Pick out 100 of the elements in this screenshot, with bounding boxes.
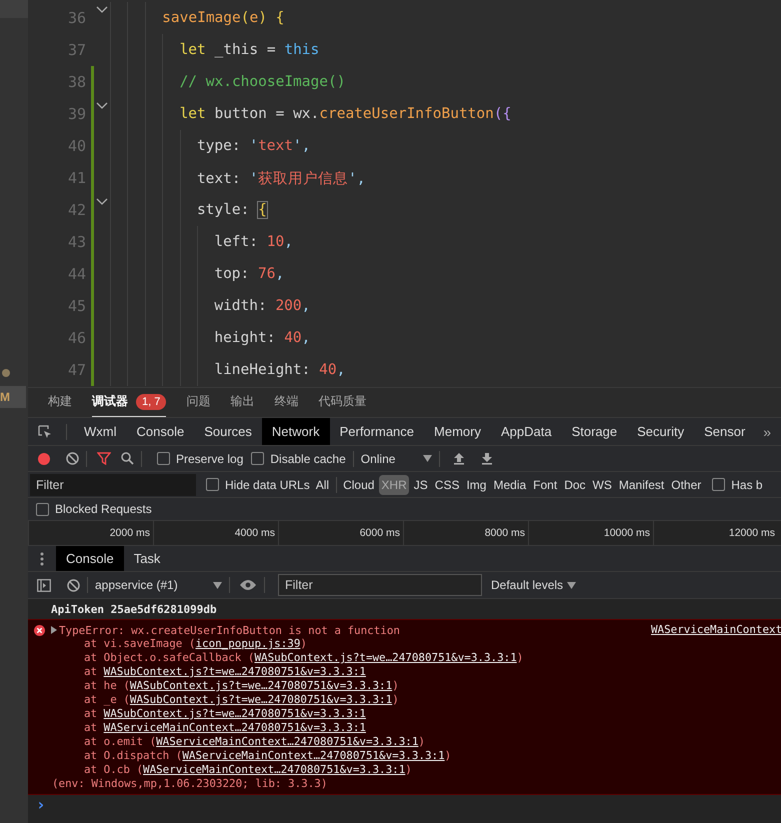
- fold-chevron-icon[interactable]: [96, 6, 108, 14]
- environment-info: (env: Windows,mp,1.06.2303220; lib: 3.3.3): [51, 777, 328, 791]
- line-number: 37: [66, 41, 86, 59]
- type-filter-button[interactable]: Cloud: [341, 474, 376, 494]
- devtools-tab[interactable]: Sources: [194, 418, 262, 445]
- devtools-tab[interactable]: Sensor: [694, 418, 756, 445]
- devtools-tab[interactable]: Security: [627, 418, 694, 445]
- drawer-tab[interactable]: Console: [56, 546, 124, 571]
- devtools-tab[interactable]: Memory: [424, 418, 491, 445]
- type-filter-button[interactable]: JS: [412, 474, 430, 494]
- download-icon[interactable]: [480, 452, 493, 465]
- panel-tab[interactable]: 输出: [230, 388, 254, 417]
- devtools-tab[interactable]: Network: [262, 418, 330, 445]
- line-number: 45: [66, 297, 86, 315]
- source-link[interactable]: WAServiceMainContext…247080751&v=3.3.3:1: [104, 721, 366, 734]
- stack-frame: at vi.saveImage (icon_popup.js:39): [34, 637, 781, 651]
- code-line: saveImage(e) {: [162, 10, 284, 26]
- type-filter-button[interactable]: All: [314, 474, 332, 494]
- timeline-tick: 10000 ms: [528, 521, 653, 545]
- code-line: height: 40,: [214, 330, 310, 346]
- panel-tab[interactable]: 终端: [274, 388, 298, 417]
- log-levels-select[interactable]: Default levels: [491, 578, 564, 592]
- stack-frame: at _e (WASubContext.js?t=we…247080751&v=3.3.3:1): [34, 693, 781, 707]
- source-link[interactable]: icon_popup.js:39: [195, 637, 300, 650]
- checkbox[interactable]: [36, 502, 49, 516]
- checkbox[interactable]: [712, 478, 726, 491]
- checkbox-label: Has b: [731, 478, 763, 492]
- drawer-tab[interactable]: Task: [124, 546, 170, 571]
- type-filter-button[interactable]: WS: [590, 474, 614, 494]
- more-tabs-button[interactable]: »: [763, 424, 772, 440]
- upload-icon[interactable]: [452, 452, 465, 465]
- code-line: lineHeight: 40,: [214, 362, 346, 378]
- sidebar-toggle-icon[interactable]: [37, 578, 51, 592]
- type-filter-button[interactable]: Doc: [562, 474, 588, 494]
- source-link[interactable]: WAServiceMainContext…247080751&v=3.3.3:1: [143, 763, 406, 776]
- checkbox-label: Hide data URLs: [225, 478, 310, 492]
- eye-icon[interactable]: [239, 579, 257, 591]
- source-link[interactable]: WASubContext.js?t=we…247080751&v=3.3.3:1: [104, 707, 366, 720]
- checkbox-label: Blocked Requests: [55, 502, 152, 516]
- code-line: left: 10,: [214, 234, 293, 250]
- source-link[interactable]: WASubContext.js?t=we…247080751&v=3.3.3:1: [130, 679, 392, 692]
- source-link[interactable]: WAServiceMainContext…247080751&v=3.3.3:1: [156, 735, 418, 748]
- source-link[interactable]: WASubContext.js?t=we…247080751&v=3.3.3:1: [130, 693, 392, 706]
- checkbox[interactable]: [157, 452, 170, 465]
- record-icon[interactable]: [38, 452, 50, 464]
- expand-triangle-icon[interactable]: [51, 626, 57, 634]
- panel-tab[interactable]: 代码质量: [318, 388, 366, 417]
- devtools-tab[interactable]: Wxml: [74, 418, 126, 445]
- line-number: 36: [66, 9, 86, 27]
- checkbox-label: Preserve log: [176, 452, 244, 466]
- devtools-tab[interactable]: Performance: [330, 418, 424, 445]
- error-icon: [34, 624, 45, 636]
- stack-frame: at O.dispatch (WAServiceMainContext…247080751&v=3.3.3:1): [34, 749, 781, 763]
- drawer-menu-icon[interactable]: [40, 552, 44, 566]
- code-line: let button = wx.createUserInfoButton({: [180, 106, 512, 122]
- dropdown-caret-icon: [422, 455, 432, 462]
- checkbox[interactable]: [206, 478, 219, 491]
- filter-icon[interactable]: [97, 452, 111, 465]
- panel-tab[interactable]: 构建: [48, 388, 72, 417]
- source-link[interactable]: WASubContext.js?t=we…247080751&v=3.3.3:1: [254, 651, 517, 664]
- type-filter-button[interactable]: Manifest: [616, 474, 666, 494]
- source-link[interactable]: WAServiceMainContext: [651, 623, 781, 636]
- clear-icon[interactable]: [67, 578, 80, 592]
- line-number: 42: [66, 201, 86, 219]
- source-link[interactable]: WAServiceMainContext…247080751&v=3.3.3:1: [182, 749, 445, 762]
- clear-icon[interactable]: [66, 452, 79, 465]
- code-line: style: {: [196, 202, 267, 218]
- devtools-tab[interactable]: Storage: [562, 418, 628, 445]
- timeline-tick: 6000 ms: [278, 521, 403, 545]
- code-line: // wx.chooseImage(): [180, 74, 346, 90]
- code-line: type: 'text',: [196, 138, 310, 154]
- stack-frame: at he (WASubContext.js?t=we…247080751&v=3.3.3:1): [34, 679, 781, 693]
- panel-tab[interactable]: 问题: [186, 388, 210, 417]
- line-number: 47: [66, 361, 86, 379]
- context-select[interactable]: appservice (#1): [95, 578, 213, 592]
- source-link[interactable]: WASubContext.js?t=we…247080751&v=3.3.3:1: [104, 665, 366, 678]
- type-filter-button[interactable]: Img: [464, 474, 488, 494]
- activity-badge[interactable]: M: [0, 386, 26, 408]
- devtools-tab[interactable]: AppData: [490, 418, 562, 445]
- line-number: 40: [66, 137, 86, 155]
- throttling-select[interactable]: Online: [360, 452, 423, 466]
- devtools-tab[interactable]: Console: [126, 418, 194, 445]
- inspect-icon[interactable]: [37, 424, 53, 440]
- type-filter-button[interactable]: CSS: [432, 474, 462, 494]
- fold-chevron-icon[interactable]: [96, 102, 108, 110]
- timeline-tick: 2000 ms: [28, 521, 153, 545]
- checkbox[interactable]: [251, 452, 264, 465]
- stack-frame: at WASubContext.js?t=we…247080751&v=3.3.3:1: [34, 707, 781, 721]
- line-number: 43: [66, 233, 86, 251]
- fold-chevron-icon[interactable]: [96, 198, 108, 206]
- console-prompt[interactable]: ›: [36, 795, 46, 814]
- console-message: ApiToken 25ae5df6281099db: [28, 599, 781, 619]
- type-filter-button[interactable]: Media: [491, 474, 528, 494]
- type-filter-button[interactable]: Font: [531, 474, 560, 494]
- type-filter-button[interactable]: Other: [669, 474, 704, 494]
- line-number: 46: [66, 329, 86, 347]
- search-icon[interactable]: [121, 452, 134, 465]
- filter-field[interactable]: Filter: [30, 474, 196, 496]
- line-number: 44: [66, 265, 86, 283]
- console-filter-field[interactable]: Filter: [278, 574, 482, 596]
